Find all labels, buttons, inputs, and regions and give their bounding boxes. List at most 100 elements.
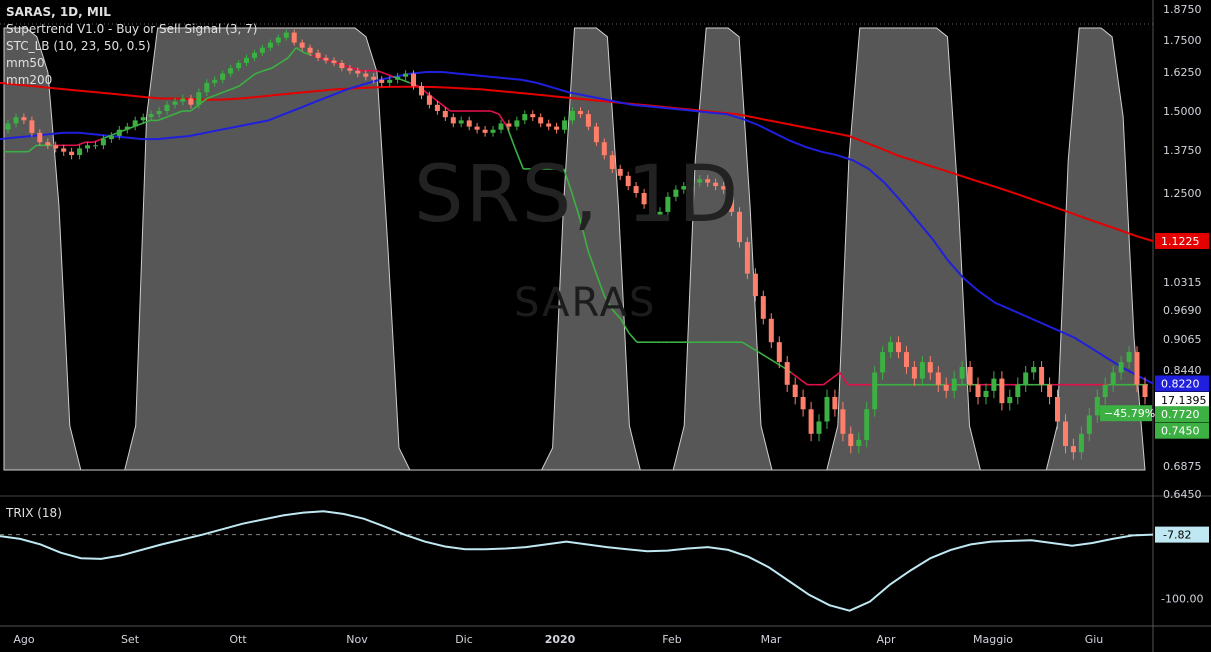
candle-body bbox=[1118, 362, 1124, 373]
candle-body bbox=[29, 120, 35, 133]
percent-change-text: −45.79% bbox=[1104, 407, 1155, 420]
time-tick-label: Ott bbox=[229, 633, 247, 646]
price-tick-label: 1.3750 bbox=[1163, 144, 1202, 157]
candle-body bbox=[1078, 433, 1084, 453]
candle-body bbox=[1023, 372, 1029, 385]
candle-body bbox=[935, 372, 941, 385]
legend-supertrend[interactable]: Supertrend V1.0 - Buy or Sell Signal (3,… bbox=[6, 21, 257, 38]
candle-body bbox=[1047, 384, 1053, 397]
candle-body bbox=[387, 79, 393, 83]
candle-body bbox=[959, 367, 965, 379]
candle-body bbox=[824, 397, 830, 422]
time-tick-label: Dic bbox=[455, 633, 473, 646]
candle-body bbox=[585, 114, 591, 127]
candle-body bbox=[498, 123, 504, 130]
supertrend-segment bbox=[798, 377, 808, 386]
trading-chart[interactable]: 1.8750 1.7500 1.6250 1.5000 1.3750 1.2500 1.03… bbox=[0, 0, 1211, 652]
candle-body bbox=[411, 73, 416, 87]
candle-body bbox=[267, 42, 273, 48]
price-tick-label: 1.6250 bbox=[1163, 66, 1202, 79]
candle-body bbox=[434, 104, 440, 111]
candle-body bbox=[514, 120, 520, 127]
time-tick-label: Set bbox=[121, 633, 140, 646]
candle-body bbox=[975, 384, 981, 397]
candle-body bbox=[1134, 352, 1140, 385]
trix-value-text: -7.82 bbox=[1163, 529, 1191, 542]
legend-stc[interactable]: STC_LB (10, 23, 50, 0.5) bbox=[6, 38, 257, 55]
candle-body bbox=[927, 362, 933, 373]
candle-body bbox=[506, 123, 512, 127]
candle-body bbox=[474, 126, 480, 130]
candle-body bbox=[1063, 421, 1068, 446]
candle-body bbox=[784, 362, 790, 385]
candle-body bbox=[967, 367, 973, 385]
legend-title[interactable]: SARAS, 1D, MIL bbox=[6, 4, 257, 21]
candle-body bbox=[140, 117, 146, 121]
candle-body bbox=[800, 397, 806, 410]
candle-body bbox=[872, 372, 878, 410]
legend-mm50[interactable]: mm50 bbox=[6, 55, 257, 72]
candle-body bbox=[1142, 384, 1148, 397]
price-label-text: 0.7450 bbox=[1161, 425, 1200, 438]
candle-body bbox=[864, 409, 870, 440]
candle-body bbox=[108, 136, 114, 140]
candle-body bbox=[124, 126, 130, 130]
candle-body bbox=[458, 120, 464, 124]
candle-body bbox=[283, 32, 289, 38]
candle-body bbox=[538, 117, 544, 124]
candle-body bbox=[1070, 446, 1076, 453]
candle-body bbox=[1102, 384, 1108, 397]
candle-body bbox=[21, 117, 27, 121]
candle-body bbox=[188, 98, 194, 105]
candle-body bbox=[69, 151, 75, 156]
candle-body bbox=[61, 148, 67, 152]
candle-body bbox=[1055, 397, 1060, 422]
supertrend-segment bbox=[831, 371, 841, 380]
candle-body bbox=[148, 114, 154, 118]
candle-body bbox=[848, 433, 854, 447]
candle-body bbox=[379, 79, 385, 83]
price-label-text: 0.7720 bbox=[1161, 408, 1200, 421]
candle-body bbox=[100, 139, 106, 146]
candle-body bbox=[896, 342, 901, 353]
candle-body bbox=[1086, 415, 1092, 434]
candle-body bbox=[180, 98, 186, 102]
candle-body bbox=[904, 352, 909, 367]
candle-body bbox=[259, 47, 265, 53]
candle-body bbox=[983, 390, 989, 397]
price-tick-label: 1.0315 bbox=[1163, 276, 1202, 289]
candle-body bbox=[522, 114, 528, 121]
candle-body bbox=[991, 378, 997, 391]
candle-body bbox=[419, 86, 424, 96]
candle-body bbox=[1110, 372, 1116, 385]
supertrend-segment bbox=[490, 110, 500, 115]
candle-body bbox=[395, 76, 401, 80]
candle-body bbox=[530, 114, 536, 118]
candle-body bbox=[275, 37, 281, 43]
candle-body bbox=[880, 352, 886, 373]
candle-body bbox=[570, 111, 575, 121]
time-tick-label: Maggio bbox=[973, 633, 1013, 646]
candle-body bbox=[307, 47, 313, 53]
price-tick-label: 1.2500 bbox=[1163, 187, 1202, 200]
candle-body bbox=[911, 367, 917, 379]
time-axis[interactable]: Ago Set Ott Nov Dic 2020 Feb Mar Apr Maggio Giu bbox=[13, 633, 1103, 646]
candle-body bbox=[13, 117, 19, 124]
candle-body bbox=[562, 120, 568, 130]
price-tick-label: 0.8440 bbox=[1163, 364, 1202, 377]
candle-body bbox=[339, 63, 345, 69]
trix-tick-label: -100.00 bbox=[1161, 592, 1203, 605]
candle-body bbox=[578, 111, 583, 115]
candle-body bbox=[1039, 367, 1045, 385]
candle-body bbox=[291, 32, 297, 43]
trix-legend[interactable]: TRIX (18) bbox=[6, 506, 62, 520]
watermark-name: SARAS bbox=[514, 280, 657, 326]
candle-body bbox=[466, 120, 472, 127]
supertrend-segment bbox=[433, 97, 443, 106]
supertrend-segment bbox=[766, 356, 776, 363]
candle-body bbox=[951, 378, 957, 391]
legend-mm200[interactable]: mm200 bbox=[6, 72, 257, 89]
candle-body bbox=[355, 70, 361, 74]
candle-body bbox=[856, 439, 862, 446]
time-tick-label: Apr bbox=[876, 633, 896, 646]
